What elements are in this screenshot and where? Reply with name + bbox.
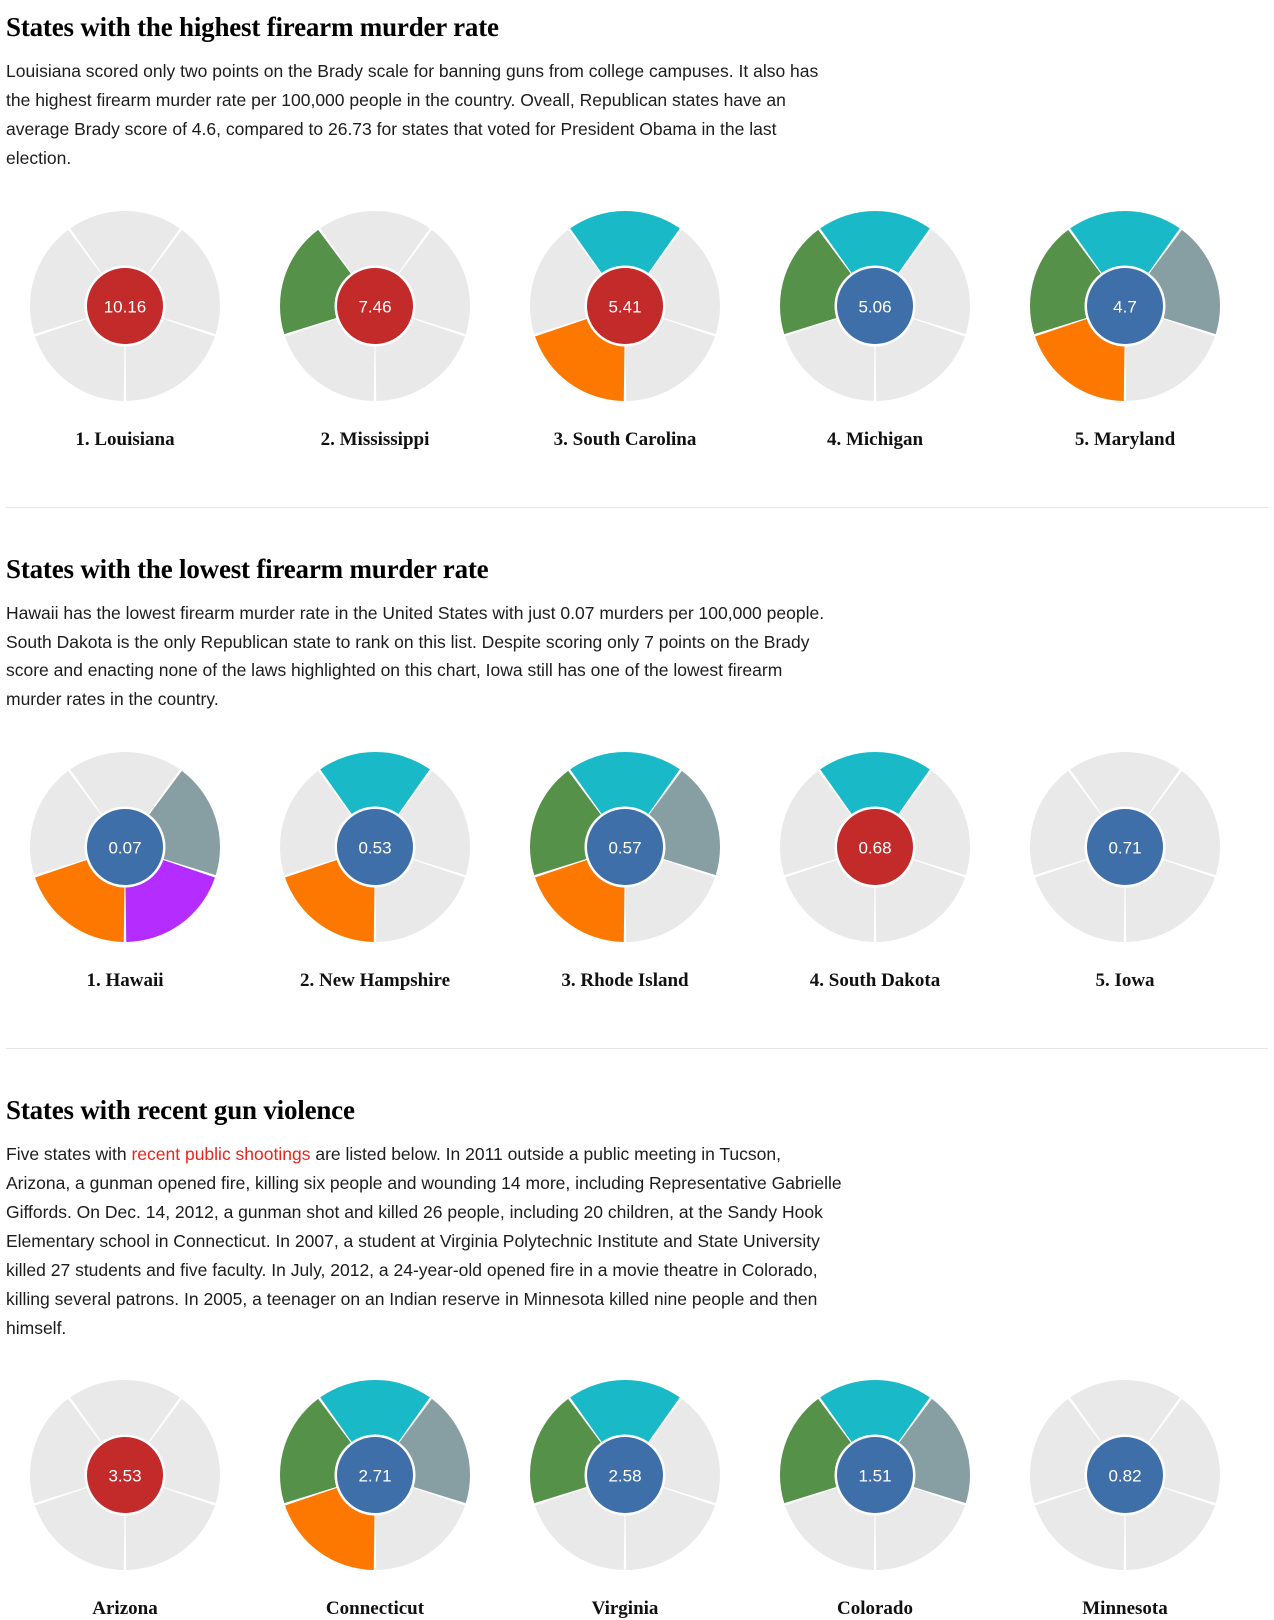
chart-cell: 0.57 3. Rhode Island xyxy=(500,736,750,992)
page-title-highest: States with the highest firearm murder r… xyxy=(6,12,499,42)
state-label: Virginia xyxy=(591,1598,659,1620)
chart-cell: 0.53 2. New Hampshire xyxy=(250,736,500,992)
chart-cell: 0.82 Minnesota xyxy=(1000,1364,1250,1620)
charts-row-lowest: 0.07 1. Hawaii 0.53 2. New Hampshire 0.57 3. … xyxy=(0,714,1274,992)
chart-cell: 0.07 1. Hawaii xyxy=(0,736,250,992)
chart-cell: 2.71 Connecticut xyxy=(250,1364,500,1620)
charts-row-highest: 10.16 1. Louisiana 7.46 2. Mississippi 5.41 3… xyxy=(0,173,1274,451)
donut-chart-iowa: 0.71 xyxy=(1014,736,1236,958)
donut-chart-south-carolina: 5.41 xyxy=(514,195,736,417)
donut-chart-south-dakota: 0.68 xyxy=(764,736,986,958)
state-label: Connecticut xyxy=(325,1598,425,1620)
recent-public-shootings-link[interactable]: recent public shootings xyxy=(131,1144,310,1164)
murder-rate-value: 4.7 xyxy=(1113,297,1137,316)
chart-cell: 5.06 4. Michigan xyxy=(750,195,1000,451)
murder-rate-value: 10.16 xyxy=(104,297,147,316)
state-label: 4. Michigan xyxy=(826,428,924,450)
donut-chart-colorado: 1.51 xyxy=(764,1364,986,1586)
murder-rate-value: 3.53 xyxy=(108,1467,141,1486)
chart-cell: 10.16 1. Louisiana xyxy=(0,195,250,451)
body-suffix: are listed below. In 2011 outside a publ… xyxy=(6,1144,842,1338)
state-label: 1. Louisiana xyxy=(75,428,175,450)
state-label: 3. South Carolina xyxy=(553,428,697,450)
donut-chart-hawaii: 0.07 xyxy=(14,736,236,958)
body-prefix: Five states with xyxy=(6,1144,132,1165)
murder-rate-value: 0.53 xyxy=(358,839,391,858)
murder-rate-value: 7.46 xyxy=(358,297,391,316)
page-title-lowest: States with the lowest firearm murder ra… xyxy=(6,553,489,584)
state-label: 5. Iowa xyxy=(1095,970,1155,992)
donut-chart-rhode-island: 0.57 xyxy=(514,736,736,958)
donut-chart-maryland: 4.7 xyxy=(1014,195,1236,417)
chart-cell: 3.53 Arizona xyxy=(0,1364,250,1620)
murder-rate-value: 5.06 xyxy=(858,297,891,316)
section-body-highest: Louisiana scored only two points on the … xyxy=(6,61,819,168)
donut-chart-louisiana: 10.16 xyxy=(14,195,236,417)
chart-cell: 7.46 2. Mississippi xyxy=(250,195,500,451)
chart-cell: 0.68 4. South Dakota xyxy=(750,736,1000,992)
donut-chart-connecticut: 2.71 xyxy=(264,1364,486,1586)
charts-row-recent-violence: 3.53 Arizona 2.71 Connecticut 2.58 Virginia 1.… xyxy=(0,1342,1274,1620)
state-label: Minnesota xyxy=(1082,1598,1168,1620)
donut-chart-new-hampshire: 0.53 xyxy=(264,736,486,958)
donut-chart-arizona: 3.53 xyxy=(14,1364,236,1586)
section-highest: States with the highest firearm murder r… xyxy=(0,0,1274,451)
murder-rate-value: 0.82 xyxy=(1108,1467,1141,1486)
murder-rate-value: 0.68 xyxy=(858,839,891,858)
chart-cell: 1.51 Colorado xyxy=(750,1364,1000,1620)
state-label: 5. Maryland xyxy=(1074,428,1176,450)
state-label: 2. New Hampshire xyxy=(299,970,451,992)
infographic-page: States with the highest firearm murder r… xyxy=(0,0,1274,1620)
murder-rate-value: 5.41 xyxy=(608,297,641,316)
state-label: 2. Mississippi xyxy=(320,428,430,450)
murder-rate-value: 1.51 xyxy=(858,1467,891,1486)
state-label: 4. South Dakota xyxy=(809,970,941,992)
murder-rate-value: 0.07 xyxy=(108,839,141,858)
murder-rate-value: 2.71 xyxy=(358,1467,391,1486)
state-label: 1. Hawaii xyxy=(86,970,164,992)
section-body-recent-violence: Five states with recent public shootings… xyxy=(0,1140,842,1342)
section-lowest: States with the lowest firearm murder ra… xyxy=(0,542,1274,993)
section-body-lowest: Hawaii has the lowest firearm murder rat… xyxy=(6,602,825,710)
donut-chart-virginia: 2.58 xyxy=(514,1364,736,1586)
murder-rate-value: 0.57 xyxy=(608,839,641,858)
chart-cell: 2.58 Virginia xyxy=(500,1364,750,1620)
state-label: 3. Rhode Island xyxy=(561,970,689,992)
chart-cell: 5.41 3. South Carolina xyxy=(500,195,750,451)
murder-rate-value: 0.71 xyxy=(1108,839,1141,858)
state-label: Colorado xyxy=(837,1598,913,1620)
chart-cell: 4.7 5. Maryland xyxy=(1000,195,1250,451)
donut-chart-minnesota: 0.82 xyxy=(1014,1364,1236,1586)
state-label: Arizona xyxy=(92,1598,158,1620)
chart-cell: 0.71 5. Iowa xyxy=(1000,736,1250,992)
page-title-recent-violence: States with recent gun violence xyxy=(6,1095,355,1126)
donut-chart-mississippi: 7.46 xyxy=(264,195,486,417)
murder-rate-value: 2.58 xyxy=(608,1467,641,1486)
donut-chart-michigan: 5.06 xyxy=(764,195,986,417)
section-recent-violence: States with recent gun violence Five sta… xyxy=(0,1083,1274,1620)
